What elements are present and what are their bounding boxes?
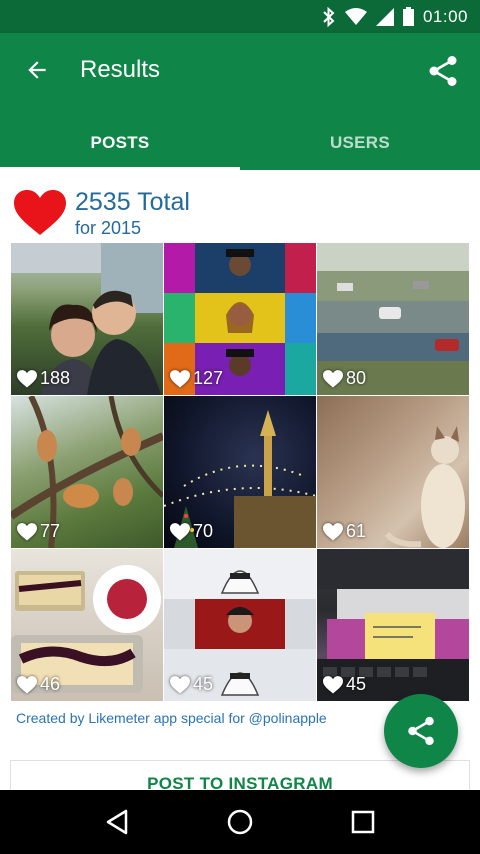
page-title: Results bbox=[80, 56, 161, 83]
like-count-value: 46 bbox=[40, 674, 61, 694]
like-count-value: 45 bbox=[346, 674, 367, 694]
like-count: 45 bbox=[170, 674, 213, 695]
post-tile[interactable]: 61 bbox=[317, 396, 469, 548]
post-tile[interactable]: 45 bbox=[317, 549, 469, 701]
like-count: 45 bbox=[323, 674, 366, 695]
like-count: 77 bbox=[17, 521, 60, 542]
app-bar: Results POSTS USERS bbox=[0, 33, 480, 170]
post-card: POST TO INSTAGRAM bbox=[10, 760, 470, 790]
status-bar: 01:00 bbox=[0, 0, 480, 33]
share-icon bbox=[408, 716, 434, 746]
nav-home-button[interactable] bbox=[216, 798, 264, 846]
like-count-value: 77 bbox=[40, 521, 61, 541]
like-count-value: 127 bbox=[193, 368, 224, 388]
share-icon bbox=[429, 56, 457, 86]
total-likes: 2535 Total bbox=[75, 188, 190, 216]
likes-summary: 2535 Total for 2015 bbox=[14, 184, 474, 240]
arrow-back-icon bbox=[28, 61, 46, 79]
nav-back-icon bbox=[107, 809, 128, 835]
tab-posts[interactable]: POSTS bbox=[0, 115, 240, 170]
heart-icon bbox=[170, 369, 190, 387]
nav-recents-button[interactable] bbox=[339, 798, 387, 846]
like-count: 80 bbox=[323, 368, 366, 389]
share-button[interactable] bbox=[424, 52, 462, 90]
like-count-value: 45 bbox=[193, 674, 214, 694]
like-count: 188 bbox=[17, 368, 70, 389]
screen: 01:00 Results POSTS USERS 2535 Total for… bbox=[0, 0, 480, 854]
post-tile[interactable]: 70 bbox=[164, 396, 316, 548]
nav-recents-icon bbox=[351, 810, 374, 834]
posts-grid: 188 127 80 77 70 61 46 45 45 bbox=[11, 243, 469, 701]
back-button[interactable] bbox=[20, 53, 54, 87]
bluetooth-icon bbox=[323, 6, 335, 27]
heart-icon bbox=[17, 369, 37, 387]
like-count-value: 70 bbox=[193, 521, 214, 541]
like-count: 70 bbox=[170, 521, 213, 542]
post-tile[interactable]: 45 bbox=[164, 549, 316, 701]
wifi-icon bbox=[344, 7, 367, 25]
results-content: 2535 Total for 2015 188 127 80 77 70 61 … bbox=[0, 170, 480, 790]
clock: 01:00 bbox=[422, 6, 468, 26]
post-tile[interactable]: 46 bbox=[11, 549, 163, 701]
heart-icon bbox=[14, 190, 66, 235]
heart-icon bbox=[170, 675, 190, 693]
like-count: 46 bbox=[17, 674, 60, 695]
credit-text: Created by Likemeter app special for @po… bbox=[16, 710, 327, 726]
navigation-bar bbox=[0, 790, 480, 854]
post-tile[interactable]: 127 bbox=[164, 243, 316, 395]
year-label: for 2015 bbox=[75, 218, 142, 238]
post-to-instagram-button[interactable]: POST TO INSTAGRAM bbox=[147, 774, 333, 790]
share-fab[interactable] bbox=[384, 694, 458, 768]
tab-bar: POSTS USERS bbox=[0, 115, 480, 170]
post-tile[interactable]: 77 bbox=[11, 396, 163, 548]
post-tile[interactable]: 188 bbox=[11, 243, 163, 395]
battery-icon bbox=[402, 7, 414, 26]
like-count: 127 bbox=[170, 368, 223, 389]
like-count-value: 80 bbox=[346, 368, 367, 388]
heart-icon bbox=[323, 675, 343, 693]
like-count: 61 bbox=[323, 521, 366, 542]
heart-icon bbox=[17, 675, 37, 693]
nav-back-button[interactable] bbox=[93, 798, 141, 846]
cell-signal-icon bbox=[375, 7, 394, 26]
heart-icon bbox=[323, 369, 343, 387]
heart-icon bbox=[17, 522, 37, 540]
post-tile[interactable]: 80 bbox=[317, 243, 469, 395]
heart-icon bbox=[170, 522, 190, 540]
nav-home-icon bbox=[227, 809, 253, 835]
tab-users[interactable]: USERS bbox=[240, 115, 480, 170]
heart-icon bbox=[323, 522, 343, 540]
like-count-value: 61 bbox=[346, 521, 367, 541]
like-count-value: 188 bbox=[40, 368, 71, 388]
